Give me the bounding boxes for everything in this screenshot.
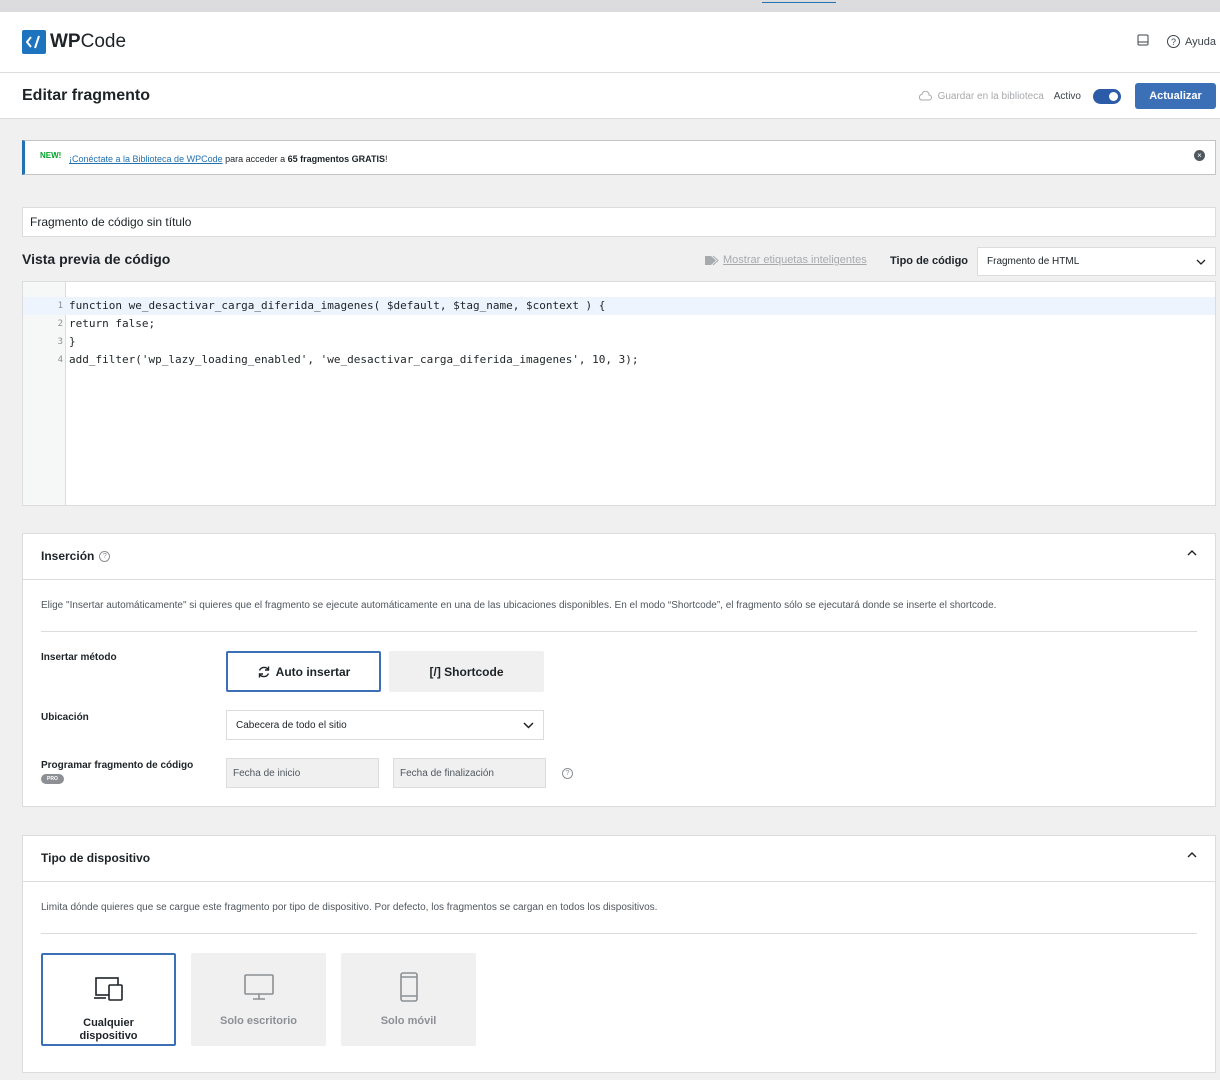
- divider: [41, 933, 1197, 934]
- device-option-any[interactable]: Cualquier dispositivo: [41, 953, 176, 1046]
- library-connect-link[interactable]: ¡Conéctate a la Biblioteca de WPCode: [69, 154, 223, 164]
- devices-icon: [93, 977, 123, 1001]
- title-bar: Editar fragmento Guardar en la bibliotec…: [0, 73, 1220, 119]
- insertion-panel: Inserción? Elige "Insertar automáticamen…: [22, 533, 1216, 807]
- page-title: Editar fragmento: [22, 87, 151, 104]
- help-label: Ayuda: [1185, 35, 1216, 48]
- chevron-down-icon: [1196, 259, 1206, 265]
- help-icon: ?: [1167, 35, 1180, 48]
- close-notice-icon[interactable]: ×: [1194, 150, 1205, 161]
- code-preview-title: Vista previa de código: [22, 251, 171, 267]
- active-toggle[interactable]: [1093, 88, 1121, 104]
- cloud-icon: [918, 91, 932, 101]
- insertion-description: Elige "Insertar automáticamente" si quie…: [41, 600, 997, 611]
- smart-tags-link[interactable]: Mostrar etiquetas inteligentes: [704, 254, 867, 266]
- desktop-icon: [243, 974, 274, 1000]
- code-editor[interactable]: 1 function we_desactivar_carga_diferida_i…: [22, 281, 1216, 506]
- device-panel-header[interactable]: Tipo de dispositivo: [23, 836, 1215, 882]
- chevron-down-icon: [523, 721, 534, 729]
- help-icon[interactable]: ?: [99, 550, 111, 562]
- notice-message: ¡Conéctate a la Biblioteca de WPCode par…: [69, 154, 388, 164]
- new-badge: NEW!: [40, 151, 62, 160]
- code-type-label: Tipo de código: [890, 255, 969, 267]
- start-date-input[interactable]: Fecha de inicio: [226, 758, 379, 788]
- pro-badge: PRO: [41, 774, 64, 784]
- code-line[interactable]: 4 add_filter('wp_lazy_loading_enabled', '…: [23, 351, 1215, 369]
- app-header: WPCode ? Ayuda: [0, 12, 1220, 73]
- code-line[interactable]: 3}: [23, 333, 1215, 351]
- end-date-input[interactable]: Fecha de finalización: [393, 758, 546, 788]
- device-option-desktop[interactable]: Solo escritorio: [191, 953, 326, 1046]
- auto-insert-button[interactable]: Auto insertar: [226, 651, 381, 692]
- device-description: Limita dónde quieres que se cargue este …: [41, 902, 658, 913]
- chevron-up-icon[interactable]: [1187, 550, 1197, 556]
- device-type-title: Tipo de dispositivo: [41, 851, 151, 865]
- device-type-panel: Tipo de dispositivo Limita dónde quieres…: [22, 835, 1216, 1073]
- wpcode-logo[interactable]: WPCode: [22, 30, 126, 54]
- save-to-library-button[interactable]: Guardar en la biblioteca: [918, 91, 1044, 102]
- code-line[interactable]: 1 function we_desactivar_carga_diferida_i…: [23, 297, 1215, 315]
- mobile-icon: [399, 972, 418, 1002]
- tag-icon: [705, 255, 719, 265]
- chevron-up-icon[interactable]: [1187, 852, 1197, 858]
- device-option-mobile[interactable]: Solo móvil: [341, 953, 476, 1046]
- inbox-icon[interactable]: [1137, 34, 1149, 49]
- library-notice: NEW! ¡Conéctate a la Biblioteca de WPCod…: [22, 140, 1216, 175]
- insert-method-label: Insertar método: [41, 652, 117, 663]
- divider: [41, 631, 1197, 632]
- help-link[interactable]: ? Ayuda: [1167, 35, 1216, 48]
- insertion-title: Inserción: [41, 549, 95, 563]
- browser-top-strip: [0, 0, 1220, 12]
- shortcode-button[interactable]: [/] Shortcode: [389, 651, 544, 692]
- schedule-label: Programar fragmento de código PRO: [41, 760, 194, 784]
- active-label: Activo: [1053, 90, 1081, 102]
- help-icon[interactable]: ?: [562, 768, 573, 779]
- cut-link[interactable]: [762, 0, 836, 3]
- update-button[interactable]: Actualizar: [1135, 83, 1216, 109]
- location-select[interactable]: Cabecera de todo el sitio: [226, 710, 544, 740]
- snippet-title-input[interactable]: Fragmento de código sin título: [22, 207, 1216, 237]
- code-type-select[interactable]: Fragmento de HTML: [977, 247, 1216, 276]
- insertion-panel-header[interactable]: Inserción?: [23, 534, 1215, 580]
- wpcode-logo-icon: [22, 30, 46, 54]
- logo-text: WPCode: [50, 31, 127, 52]
- code-line[interactable]: 2 return false;: [23, 315, 1215, 333]
- refresh-icon: [258, 666, 269, 677]
- location-label: Ubicación: [41, 712, 89, 723]
